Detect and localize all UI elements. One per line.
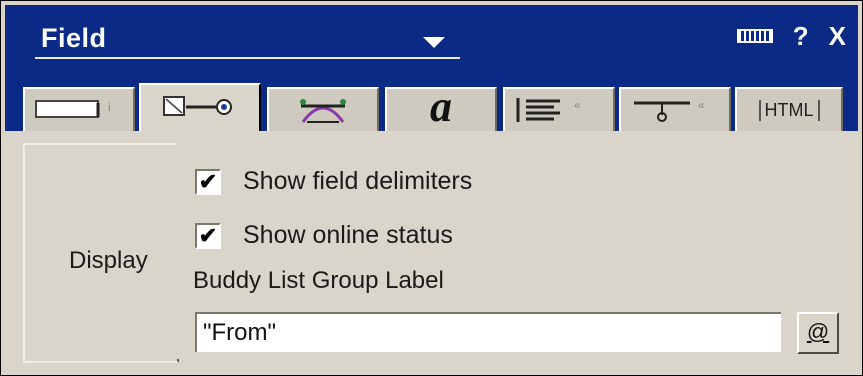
window-title: Field	[41, 23, 107, 53]
display-options-panel: ✔ Show field delimiters ✔ Show online st…	[177, 143, 843, 359]
title-bar: Field ? X	[5, 5, 858, 67]
help-icon[interactable]: ?	[793, 23, 809, 49]
tab-html[interactable]: HTML	[735, 87, 843, 131]
show-online-status-label: Show online status	[243, 221, 453, 249]
svg-text:«: «	[698, 98, 705, 112]
show-field-delimiters-label: Show field delimiters	[243, 167, 473, 195]
textbox-icon: i	[35, 100, 111, 118]
field-key-icon	[163, 96, 232, 116]
show-field-delimiters-checkbox[interactable]: ✔	[195, 168, 221, 195]
font-a-icon: a	[430, 82, 452, 131]
tab-paragraph[interactable]: «	[503, 87, 615, 131]
field-properties-window: Field ? X i a « « HTML Display ✔ Show fi…	[0, 0, 863, 376]
tab-hide-when[interactable]: «	[619, 87, 731, 131]
show-online-status-row[interactable]: ✔ Show online status	[195, 221, 453, 250]
control-icon	[300, 99, 346, 123]
show-field-delimiters-row[interactable]: ✔ Show field delimiters	[195, 167, 472, 196]
section-sidebar: Display	[23, 143, 179, 363]
property-type-dropdown[interactable]: Field	[35, 23, 460, 59]
display-section-label: Display	[69, 247, 148, 274]
svg-text:i: i	[108, 100, 111, 114]
html-tab-label: HTML	[758, 99, 820, 121]
content-area: Display ✔ Show field delimiters ✔ Show o…	[5, 131, 858, 369]
title-bar-controls: ? X	[736, 19, 846, 53]
chevron-down-icon[interactable]	[423, 37, 445, 48]
tab-general[interactable]: i	[23, 87, 135, 131]
formula-at-button[interactable]: @	[797, 312, 839, 354]
buddy-list-group-input[interactable]	[195, 312, 781, 352]
tab-field-options[interactable]	[139, 83, 261, 131]
ruler-icon[interactable]	[736, 29, 773, 43]
buddy-list-group-label: Buddy List Group Label	[193, 267, 444, 294]
tab-font[interactable]: a	[385, 82, 497, 131]
paragraph-align-icon: «	[516, 98, 581, 122]
show-online-status-checkbox[interactable]: ✔	[195, 222, 221, 249]
hide-when-icon: «	[634, 98, 705, 122]
tab-control[interactable]	[267, 87, 379, 131]
close-icon[interactable]: X	[829, 23, 846, 49]
tab-bar: i a « « HTML	[5, 67, 858, 131]
svg-text:«: «	[574, 98, 581, 112]
